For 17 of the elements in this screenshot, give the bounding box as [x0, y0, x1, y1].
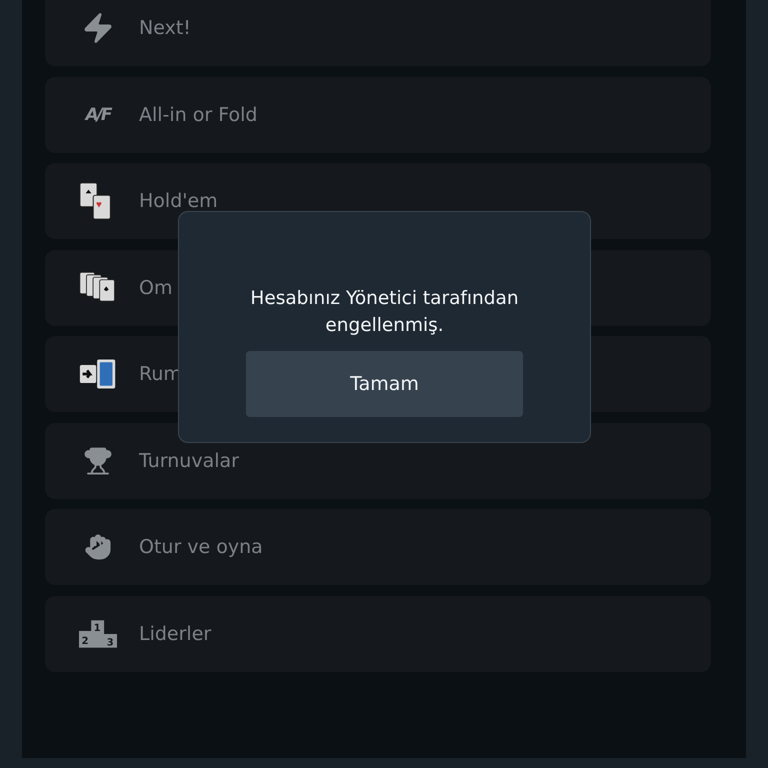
- menu-item[interactable]: Otur ve oyna: [45, 509, 711, 585]
- menu-item-label: Hold'em: [139, 190, 218, 212]
- menu-item[interactable]: Next!: [45, 0, 711, 66]
- menu-item-label: All-in or Fold: [139, 104, 258, 126]
- menu-item-label: Next!: [139, 17, 191, 39]
- trophy-icon: [83, 446, 113, 476]
- hand-icon: [84, 533, 112, 561]
- all-in-fold-icon: A/F: [86, 104, 110, 124]
- ok-button[interactable]: Tamam: [246, 351, 523, 417]
- menu-item[interactable]: 2 1 3 Liderler: [45, 596, 711, 672]
- menu-item-label: Otur ve oyna: [139, 536, 263, 558]
- menu-item[interactable]: A/F All-in or Fold: [45, 76, 711, 152]
- menu-item-label: Liderler: [139, 622, 212, 644]
- menu-item-label: Om: [139, 276, 172, 298]
- menu-item-label: Turnuvalar: [139, 450, 239, 472]
- card-swap-icon: [79, 357, 117, 391]
- alert-message: Hesabınız Yönetici tarafından engellenmiş.: [249, 287, 520, 338]
